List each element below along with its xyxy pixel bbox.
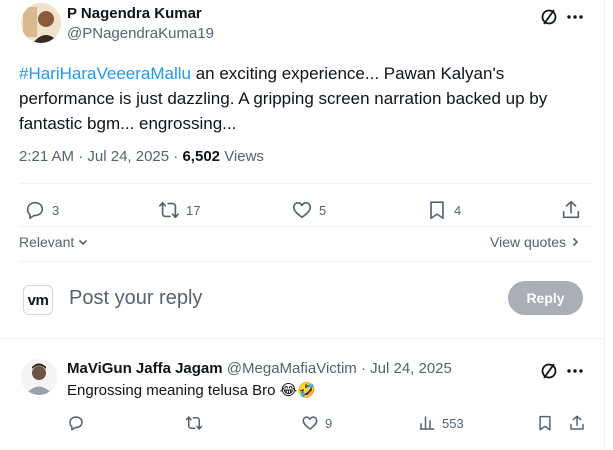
divider <box>19 183 594 184</box>
divider <box>0 338 604 339</box>
bookmark-count: 4 <box>454 202 462 218</box>
reply-submit-button[interactable]: Reply <box>508 281 583 315</box>
post-metadata: 2:21 AM · Jul 24, 2025 · 6,502 Views <box>19 148 264 165</box>
author-handle[interactable]: @PNagendraKuma19 <box>67 25 214 42</box>
sort-label: Relevant <box>19 234 75 250</box>
hashtag-link[interactable]: #HariHaraVeeeraMallu <box>19 64 191 83</box>
reply-views-button[interactable]: 553 <box>418 414 464 432</box>
like-count: 5 <box>319 202 327 218</box>
reply-like-count: 9 <box>325 415 333 431</box>
grok-icon[interactable] <box>539 361 559 381</box>
reply-author-name[interactable]: MaViGun Jaffa Jagam <box>67 360 223 377</box>
reply-like-button[interactable]: 9 <box>301 414 332 432</box>
reply-count: 3 <box>52 202 60 218</box>
reply-share-button[interactable] <box>568 414 586 432</box>
analytics-icon <box>419 416 435 430</box>
share-icon <box>562 200 580 219</box>
composer-avatar[interactable]: vm <box>23 285 53 315</box>
panel-border <box>604 0 605 450</box>
sort-dropdown[interactable]: Relevant <box>19 234 89 250</box>
reply-text: Engrossing meaning telusa Bro 😂🤣 <box>67 382 316 399</box>
author-name[interactable]: P Nagendra Kumar <box>67 5 202 22</box>
reply-repost-button[interactable] <box>185 414 209 432</box>
reply-input[interactable]: Post your reply <box>69 287 202 310</box>
more-options-icon[interactable] <box>566 363 584 379</box>
repost-button[interactable]: 17 <box>158 199 200 221</box>
bookmark-icon <box>430 201 444 220</box>
share-icon <box>570 415 584 430</box>
reply-button[interactable]: 3 <box>24 199 59 221</box>
reply-bookmark-button[interactable] <box>536 414 554 432</box>
bookmark-icon <box>539 415 551 431</box>
heart-icon <box>302 416 318 430</box>
repost-icon <box>159 201 179 219</box>
post-text: #HariHaraVeeeraMallu an exciting experie… <box>19 64 548 133</box>
grok-icon[interactable] <box>539 7 559 27</box>
repost-count: 17 <box>186 202 201 218</box>
reply-reply-button[interactable] <box>67 414 91 432</box>
reply-views-count: 553 <box>442 415 464 431</box>
chevron-right-icon <box>572 237 579 247</box>
more-options-icon[interactable] <box>566 9 584 25</box>
post-date[interactable]: Jul 24, 2025 <box>87 148 169 165</box>
chevron-down-icon <box>79 239 88 246</box>
reply-author-avatar[interactable] <box>21 359 57 395</box>
heart-icon <box>292 202 312 219</box>
repost-icon <box>185 416 203 430</box>
bookmark-button[interactable]: 4 <box>426 199 461 221</box>
reply-icon <box>69 416 83 431</box>
share-button[interactable] <box>560 199 582 221</box>
views-count: 6,502 <box>182 148 221 165</box>
reply-icon <box>26 201 44 220</box>
reply-author-handle[interactable]: @MegaMafiaVictim <box>227 360 357 377</box>
view-quotes-link[interactable]: View quotes <box>490 234 581 250</box>
post-time[interactable]: 2:21 AM <box>19 148 74 165</box>
reply-date[interactable]: Jul 24, 2025 <box>370 360 452 377</box>
views-label: Views <box>224 148 264 165</box>
like-button[interactable]: 5 <box>291 199 326 221</box>
divider <box>19 226 594 227</box>
author-avatar[interactable] <box>21 3 61 43</box>
reply-header: MaViGun Jaffa Jagam @MegaMafiaVictim · J… <box>67 360 452 377</box>
divider <box>19 261 594 262</box>
